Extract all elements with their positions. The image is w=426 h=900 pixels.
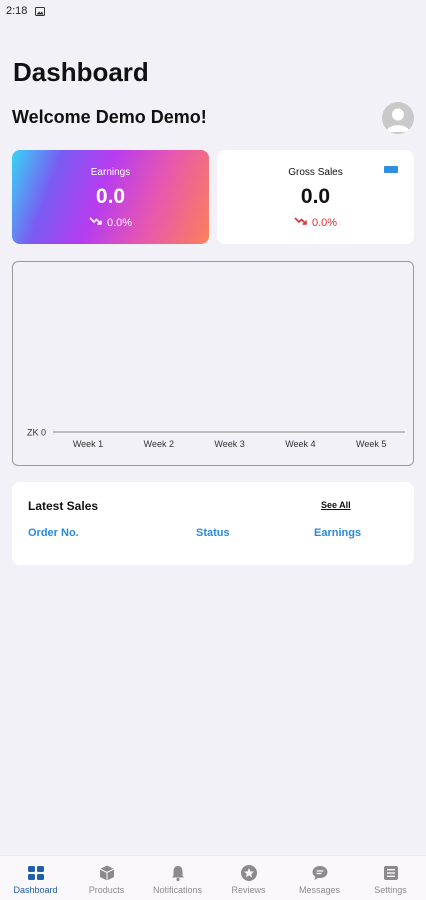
earnings-value: 0.0 xyxy=(95,185,126,208)
trending-down-icon xyxy=(294,217,307,229)
nav-item-settings[interactable]: Settings xyxy=(355,856,426,900)
nav-label-dashboard: Dashboard xyxy=(13,885,58,895)
chart-y-tick-label: ZK 0 xyxy=(27,428,46,438)
gross-sales-change-value: 0.0% xyxy=(311,217,338,229)
bell-icon xyxy=(169,864,187,882)
latest-sales-title: Latest Sales xyxy=(28,499,99,513)
welcome-message: Welcome Demo Demo! xyxy=(12,107,207,127)
user-avatar-icon[interactable] xyxy=(382,102,414,134)
earnings-card[interactable]: Earnings 0.0 0.0% xyxy=(12,150,209,244)
nav-label-settings: Settings xyxy=(374,885,407,895)
nav-label-notifications: Notifications xyxy=(152,885,203,895)
gross-sales-change: 0.0% xyxy=(294,217,337,229)
column-header-status: Status xyxy=(196,527,230,539)
nav-item-notifications[interactable]: Notifications xyxy=(142,856,213,900)
box-icon xyxy=(98,864,116,882)
gross-sales-card[interactable]: Gross Sales 0.0 0.0% xyxy=(217,150,414,244)
earnings-label: Earnings xyxy=(90,167,131,178)
earnings-change-value: 0.0% xyxy=(106,217,133,229)
star-icon xyxy=(240,864,258,882)
chart-x-tick-label: Week 1 xyxy=(73,439,103,449)
image-icon xyxy=(35,6,46,16)
trending-down-icon xyxy=(89,217,102,229)
earnings-change: 0.0% xyxy=(89,217,132,229)
nav-item-dashboard[interactable]: Dashboard xyxy=(0,856,71,900)
gross-sales-value: 0.0 xyxy=(300,185,331,208)
chart-x-tick-label: Week 4 xyxy=(285,439,315,449)
chart-x-tick-label: Week 2 xyxy=(144,439,174,449)
bottom-navigation: Dashboard Products Notifications Reviews… xyxy=(0,855,426,900)
latest-sales-card: Latest Sales See All Order No. Status Ea… xyxy=(12,482,414,565)
gross-sales-label: Gross Sales xyxy=(288,167,343,178)
gross-sales-indicator xyxy=(384,166,398,173)
column-header-earnings: Earnings xyxy=(314,527,362,539)
chart-canvas: ZK 0 Week 1 Week 2 Week 3 Week 4 Week 5 xyxy=(27,428,405,449)
grid-icon xyxy=(27,864,45,882)
see-all-link[interactable]: See All xyxy=(321,500,351,510)
chat-icon xyxy=(311,864,329,882)
chart-x-tick-label: Week 5 xyxy=(356,439,386,449)
status-time: 2:18 xyxy=(6,5,28,17)
status-bar: 2:18 xyxy=(0,0,426,22)
page-title: Dashboard xyxy=(13,57,149,87)
nav-item-products[interactable]: Products xyxy=(71,856,142,900)
nav-item-reviews[interactable]: Reviews xyxy=(213,856,284,900)
column-header-order-no: Order No. xyxy=(28,527,79,539)
nav-label-products: Products xyxy=(88,885,125,895)
list-icon xyxy=(382,864,400,882)
nav-label-messages: Messages xyxy=(298,885,341,895)
nav-item-messages[interactable]: Messages xyxy=(284,856,355,900)
nav-label-reviews: Reviews xyxy=(231,885,266,895)
chart-x-tick-label: Week 3 xyxy=(214,439,244,449)
sales-chart: ZK 0 Week 1 Week 2 Week 3 Week 4 Week 5 xyxy=(12,261,414,466)
